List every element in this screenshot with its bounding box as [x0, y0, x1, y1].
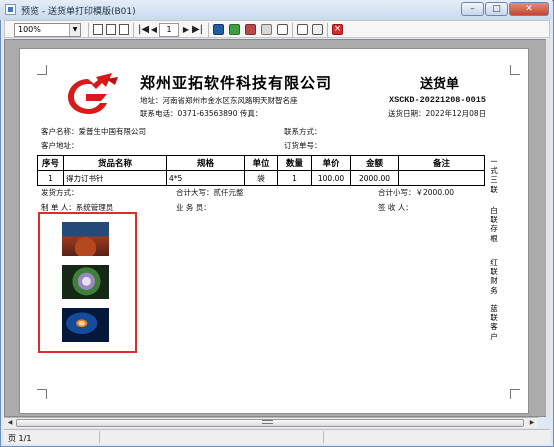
column-header: 序号 [37, 155, 64, 171]
minimize-button[interactable]: – [461, 2, 484, 16]
scroll-grip-icon [262, 420, 273, 424]
column-header: 单位 [244, 155, 278, 171]
zoom-select[interactable]: 100% ▼ [14, 23, 81, 37]
contact-info: 联系方式： [284, 127, 322, 136]
toolbar-separator [208, 23, 209, 37]
column-header: 单价 [311, 155, 351, 171]
print-icon[interactable] [312, 24, 323, 35]
document-title: 送货单 [420, 76, 460, 91]
toolbar-separator [327, 23, 328, 37]
excel-export-icon[interactable] [229, 24, 240, 35]
column-header: 数量 [277, 155, 312, 171]
last-page-button[interactable]: ▶| [191, 23, 204, 36]
vertical-scrollbar[interactable] [546, 39, 551, 417]
customer-address: 客户地址： [41, 141, 79, 150]
cell-product: 得力订书针 [63, 170, 167, 186]
column-header: 规格 [166, 155, 245, 171]
total-in-words: 合计大写：贰仟元整 [176, 188, 244, 197]
cell-remark [398, 170, 485, 186]
company-name: 郑州亚拓软件科技有限公司 [140, 76, 333, 92]
horizontal-scrollbar[interactable]: ◀ ▶ [4, 417, 538, 428]
app-icon [5, 4, 16, 15]
copy-icon[interactable] [261, 24, 272, 35]
previous-page-button[interactable]: ◀ [150, 23, 158, 36]
toolbar-separator [88, 23, 89, 37]
total-amount: 合计小写：￥2000.00 [378, 188, 455, 197]
side-text-copies: 一式三联 [490, 157, 498, 194]
page-number-input[interactable]: 1 [159, 23, 179, 37]
chevron-down-icon: ▼ [69, 24, 80, 36]
delivery-method: 发货方式： [41, 188, 79, 197]
toolbar-separator [292, 23, 293, 37]
pdf-export-icon[interactable] [245, 24, 256, 35]
toolbar: 100% ▼ |◀ ◀ 1 ▶ ▶| × [4, 20, 550, 38]
hydrangea-photo[interactable] [62, 265, 109, 299]
scroll-left-icon[interactable]: ◀ [5, 419, 15, 427]
company-address: 地址：河南省郑州市金水区东风路明天财智名座 [140, 96, 298, 105]
status-divider [99, 431, 100, 443]
column-header: 金额 [350, 155, 399, 171]
cell-index: 1 [37, 170, 64, 186]
zoom-value: 100% [18, 25, 41, 34]
column-header: 货品名称 [63, 155, 167, 171]
table-header-row: 序号 货品名称 规格 单位 数量 单价 金额 备注 [37, 155, 485, 171]
next-page-button[interactable]: ▶ [182, 23, 190, 36]
cell-price: 100.00 [311, 170, 351, 186]
toolbar-separator [133, 23, 134, 37]
whole-page-icon[interactable] [119, 24, 129, 35]
order-number: 订货单号： [284, 141, 322, 150]
crop-mark-top-right [510, 65, 520, 75]
status-divider [323, 431, 324, 443]
landscape-photo[interactable] [62, 222, 109, 256]
salesman: 业 务 员： [176, 203, 211, 212]
cell-unit: 袋 [244, 170, 278, 186]
customer-name: 客户名称：爱普生中国有限公司 [41, 127, 146, 136]
crop-mark-bottom-right [510, 389, 520, 399]
crop-mark-bottom-left [37, 389, 47, 399]
window-title: 预览 - 送货单打印模版(B01) [21, 7, 136, 17]
maximize-button[interactable]: □ [485, 2, 508, 16]
table-row: 1 得力订书针 4*5 袋 1 100.00 2000.00 [37, 170, 485, 186]
scroll-right-icon[interactable]: ▶ [527, 419, 537, 427]
cell-amount: 2000.00 [350, 170, 399, 186]
side-text-red-copy: 红联财务 [490, 258, 498, 295]
save-icon[interactable] [213, 24, 224, 35]
receiver: 签 收 人： [378, 203, 413, 212]
cell-spec: 4*5 [166, 170, 245, 186]
delivery-date: 送货日期：2022年12月08日 [388, 109, 487, 118]
column-header: 备注 [398, 155, 485, 171]
document-number: XSCKD-20221208-0015 [389, 95, 486, 105]
first-page-button[interactable]: |◀ [137, 23, 150, 36]
page-width-icon[interactable] [106, 24, 116, 35]
goods-table: 序号 货品名称 规格 单位 数量 单价 金额 备注 1 得力订书针 4*5 袋 … [37, 155, 485, 186]
close-button[interactable]: ✕ [509, 2, 549, 16]
cell-quantity: 1 [277, 170, 312, 186]
jellyfish-photo[interactable] [62, 308, 109, 342]
company-phone: 联系电话：0371-63563890 传真： [140, 109, 263, 118]
page-status: 页 1/1 [8, 434, 32, 443]
status-bar: 页 1/1 [4, 429, 550, 444]
page-setup-icon[interactable] [277, 24, 288, 35]
side-text-blue-copy: 蓝联客户 [490, 304, 498, 341]
crop-mark-top-left [37, 65, 47, 75]
new-page-icon[interactable] [297, 24, 308, 35]
close-preview-icon[interactable]: × [332, 24, 343, 35]
side-text-white-copy: 白联存根 [490, 206, 498, 243]
title-bar: 预览 - 送货单打印模版(B01) – □ ✕ [0, 0, 552, 20]
company-logo [68, 73, 118, 114]
single-page-icon[interactable] [93, 24, 103, 35]
